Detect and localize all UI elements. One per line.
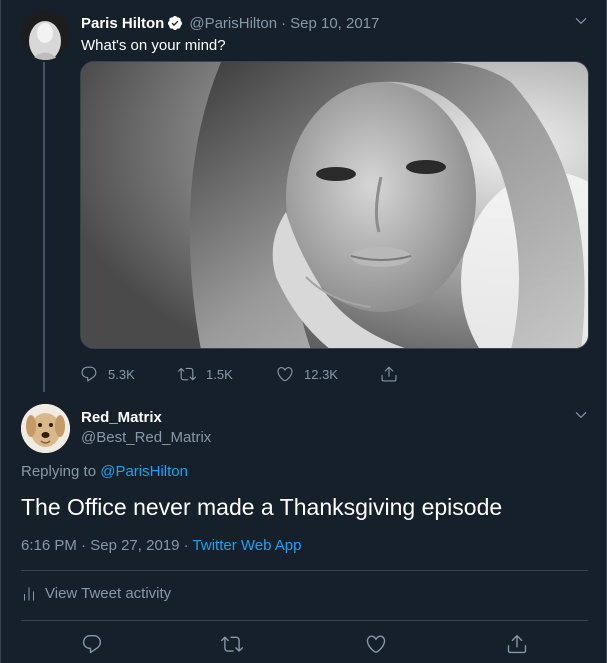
parent-tweet-actions: 5.3K 1.5K 12.3K [80,362,410,386]
retweet-button[interactable]: 1.5K [178,365,276,383]
share-button[interactable] [380,365,398,383]
tweet-media-photo[interactable] [80,61,589,349]
replying-to-line: Replying to @ParisHilton [21,463,188,480]
view-tweet-activity-button[interactable]: View Tweet activity [21,585,171,602]
chevron-down-icon[interactable] [574,408,588,422]
like-button[interactable]: 12.3K [276,365,380,383]
divider-top [21,570,588,571]
share-icon [381,366,397,382]
parent-author-name[interactable]: Paris Hilton [81,15,164,32]
parent-tweet-header: Paris Hilton @ParisHilton · Sep 10, 2017 [81,13,379,33]
reply-count: 5.3K [108,366,135,382]
reply-button[interactable]: 5.3K [80,365,178,383]
meta-separator: · [81,537,87,554]
main-tweet-actions [21,630,588,658]
replying-to-link[interactable]: @ParisHilton [100,463,188,480]
tweet-time[interactable]: 6:16 PM [21,537,77,554]
tweet-panel: Paris Hilton @ParisHilton · Sep 10, 2017… [0,0,607,663]
reply-author-handle[interactable]: @Best_Red_Matrix [81,429,211,446]
thread-connector-line [43,62,45,392]
retweet-count: 1.5K [206,366,233,382]
reply-author-name[interactable]: Red_Matrix [81,409,162,426]
parent-author-avatar[interactable] [21,11,70,60]
view-tweet-activity-label: View Tweet activity [45,585,172,602]
parent-author-handle[interactable]: @ParisHilton [189,15,277,32]
verified-badge-icon [167,15,183,31]
chevron-down-icon[interactable] [574,14,588,28]
retweet-icon [178,367,196,381]
parent-tweet-text: What's on your mind? [81,37,226,54]
parent-tweet-date[interactable]: Sep 10, 2017 [290,15,379,32]
tweet-date[interactable]: Sep 27, 2019 [90,537,179,554]
reply-author-avatar[interactable] [21,404,70,453]
header-separator: · [281,14,287,32]
reply-icon[interactable] [81,633,103,655]
tweet-meta: 6:16 PM · Sep 27, 2019 · Twitter Web App [21,537,302,554]
reply-icon [81,366,97,382]
share-icon[interactable] [506,633,528,655]
like-count: 12.3K [304,366,338,382]
replying-to-prefix: Replying to [21,463,97,480]
heart-icon [277,367,293,382]
meta-separator-2: · [183,537,189,554]
bar-chart-icon [24,586,34,601]
heart-icon[interactable] [365,633,387,655]
divider-bottom [21,620,588,621]
tweet-source-link[interactable]: Twitter Web App [193,537,302,554]
retweet-icon[interactable] [221,633,243,655]
main-tweet-text: The Office never made a Thanksgiving epi… [21,494,503,520]
